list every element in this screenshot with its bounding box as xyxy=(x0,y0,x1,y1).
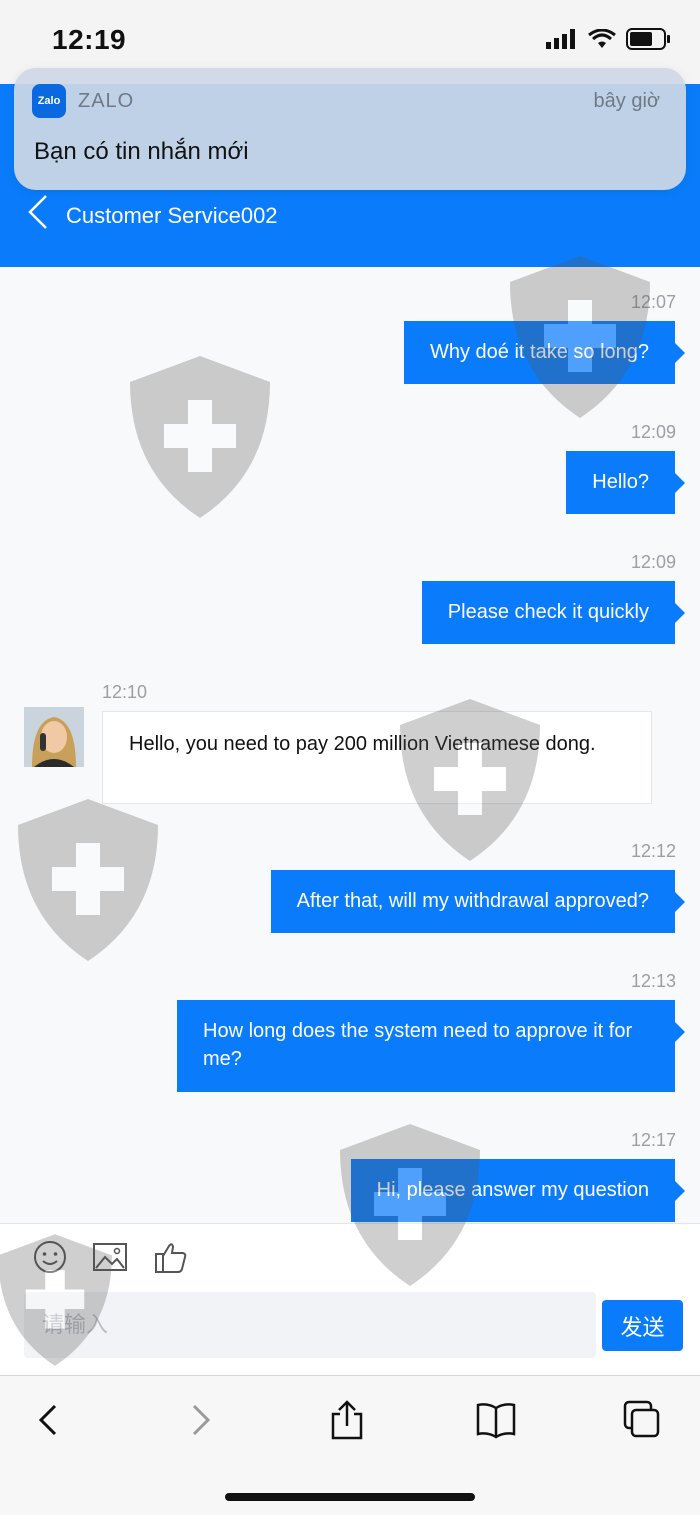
status-time: 12:19 xyxy=(52,24,127,55)
signal-icon xyxy=(546,29,575,49)
outgoing-message: Why doé it take so long? xyxy=(403,321,686,384)
emoji-icon[interactable] xyxy=(31,1238,69,1276)
notification-app-name: ZALO xyxy=(78,90,135,112)
message-time: 12:09 xyxy=(630,552,676,572)
wifi-icon xyxy=(588,29,616,48)
chat-title: Customer Service002 xyxy=(66,203,278,228)
notification-time: bây giờ xyxy=(593,90,660,112)
outgoing-message: Hello? xyxy=(566,451,685,514)
status-icons xyxy=(546,28,672,50)
back-button[interactable] xyxy=(24,192,54,232)
battery-icon xyxy=(626,28,670,50)
message-time: 12:09 xyxy=(630,422,676,442)
zalo-app-icon: Zalo xyxy=(32,84,66,118)
outgoing-message: After that, will my withdrawal approved? xyxy=(270,870,686,933)
notification-banner[interactable]: Zalo ZALO bây giờ Bạn có tin nhắn mới xyxy=(14,68,686,190)
outgoing-message: Hi, please answer my question xyxy=(350,1159,686,1222)
incoming-message: Hello, you need to pay 200 million Vietn… xyxy=(102,711,652,804)
image-icon[interactable] xyxy=(91,1238,129,1276)
share-icon[interactable] xyxy=(325,1400,369,1440)
message-time: 12:17 xyxy=(630,1130,676,1150)
home-indicator xyxy=(225,1493,475,1501)
chat-area[interactable]: 12:07 Why doé it take so long? 12:09 Hel… xyxy=(0,267,700,1223)
bookmarks-icon[interactable] xyxy=(474,1400,518,1440)
browser-forward-icon[interactable] xyxy=(178,1400,222,1440)
message-time: 12:13 xyxy=(630,971,676,991)
outgoing-message: How long does the system need to approve… xyxy=(177,1000,685,1092)
message-time: 12:07 xyxy=(630,292,676,312)
message-time: 12:10 xyxy=(102,682,148,702)
browser-back-icon[interactable] xyxy=(27,1400,71,1440)
tabs-icon[interactable] xyxy=(620,1400,664,1440)
thumbs-up-icon[interactable] xyxy=(152,1238,190,1276)
message-time: 12:12 xyxy=(630,841,676,861)
send-button[interactable]: 发送 xyxy=(602,1300,683,1351)
agent-avatar xyxy=(24,707,84,767)
notification-message: Bạn có tin nhắn mới xyxy=(34,138,249,165)
message-input[interactable] xyxy=(24,1292,596,1358)
outgoing-message: Please check it quickly xyxy=(421,581,686,644)
